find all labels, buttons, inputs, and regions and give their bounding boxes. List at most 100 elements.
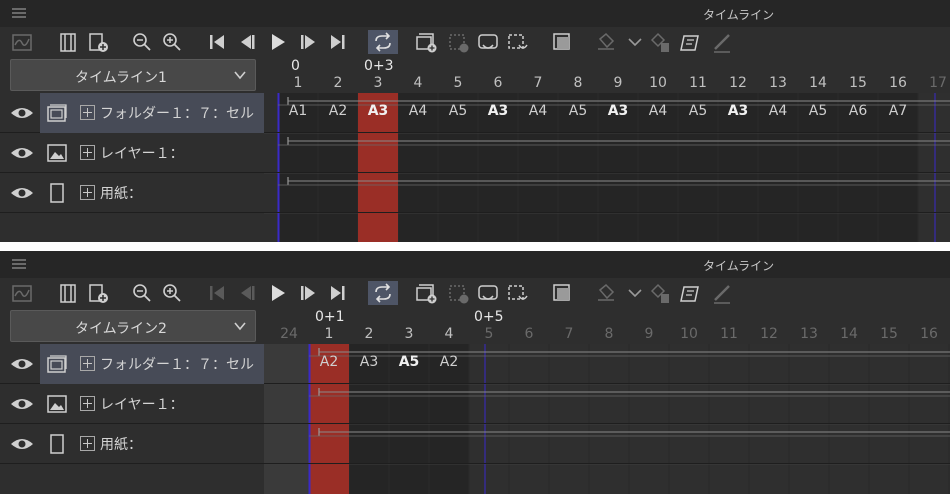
layer-track[interactable] (264, 133, 950, 173)
ruler-frame-number[interactable]: 24 (269, 326, 309, 342)
prev-frame-button[interactable] (235, 30, 259, 54)
ruler-frame-number[interactable]: 10 (638, 75, 678, 91)
cel-note-button[interactable] (678, 281, 702, 305)
zoom-out-button[interactable] (130, 281, 154, 305)
new-cel-button[interactable] (446, 281, 470, 305)
ruler-frame-number[interactable]: 4 (398, 75, 438, 91)
eye-icon[interactable] (10, 436, 34, 452)
ruler-frame-number[interactable]: 17 (918, 75, 950, 91)
cel-label[interactable]: A5 (678, 103, 718, 119)
timeline-selector[interactable]: タイムライン1 (10, 59, 256, 91)
ruler-frame-number[interactable]: 1 (278, 75, 318, 91)
delete-cel-button[interactable] (648, 281, 672, 305)
eye-icon[interactable] (10, 396, 34, 412)
paper-track[interactable] (264, 424, 950, 464)
cel-replace-button[interactable] (506, 30, 530, 54)
new-animation-folder-button[interactable] (414, 281, 438, 305)
ruler-frame-number[interactable]: 9 (629, 326, 669, 342)
play-button[interactable] (266, 30, 290, 54)
panel-menu-icon[interactable] (12, 259, 26, 270)
cel-label[interactable]: A7 (878, 103, 918, 119)
ruler-frame-number[interactable]: 9 (598, 75, 638, 91)
cel-label[interactable]: A4 (638, 103, 678, 119)
layer-body[interactable]: フォルダー１：７：セル (40, 93, 264, 133)
cel-label[interactable]: A6 (838, 103, 878, 119)
cel-label[interactable]: A4 (758, 103, 798, 119)
layer-body[interactable]: 用紙： (40, 424, 264, 464)
expand-plus-icon[interactable] (80, 185, 95, 200)
timeline-selector[interactable]: タイムライン2 (10, 310, 256, 342)
edit-pencil-button[interactable] (710, 281, 734, 305)
timeline-graph-button[interactable] (10, 30, 34, 54)
cel-label[interactable]: A3 (718, 103, 758, 119)
ruler-frame-number[interactable]: 14 (798, 75, 838, 91)
expand-plus-icon[interactable] (80, 145, 95, 160)
layer-row[interactable]: レイヤー１： (0, 384, 264, 424)
layer-body[interactable]: 用紙： (40, 173, 264, 213)
next-frame-button[interactable] (297, 30, 321, 54)
layer-row[interactable]: レイヤー１： (0, 133, 264, 173)
eye-icon[interactable] (10, 105, 34, 121)
eye-icon[interactable] (10, 145, 34, 161)
cel-label[interactable]: A3 (358, 103, 398, 119)
new-cel-button[interactable] (446, 30, 470, 54)
cel-label[interactable]: A5 (389, 354, 429, 370)
dropdown-button[interactable] (623, 281, 647, 305)
new-frame-button[interactable] (86, 281, 110, 305)
ruler-frame-number[interactable]: 15 (838, 75, 878, 91)
ruler-frame-number[interactable]: 14 (829, 326, 869, 342)
new-frame-button[interactable] (86, 30, 110, 54)
eye-icon[interactable] (10, 185, 34, 201)
first-frame-button[interactable] (205, 30, 229, 54)
expand-plus-icon[interactable] (80, 436, 95, 451)
ruler-frame-number[interactable]: 12 (749, 326, 789, 342)
last-frame-button[interactable] (326, 30, 350, 54)
layer-track[interactable] (264, 384, 950, 424)
ruler-frame-number[interactable]: 4 (429, 326, 469, 342)
ruler-frame-number[interactable]: 13 (789, 326, 829, 342)
onion-skin-button[interactable] (550, 281, 574, 305)
folder-track[interactable]: A2 A3 A5 A2 (264, 344, 950, 384)
cel-spec-button[interactable] (476, 281, 500, 305)
cel-label[interactable]: A3 (478, 103, 518, 119)
ruler-frame-number[interactable]: 8 (558, 75, 598, 91)
cel-note-button[interactable] (678, 30, 702, 54)
frame-ruler[interactable]: 1 2 3 4 5 6 7 8 9 10 11 12 13 14 15 16 17 0 0+3 (264, 57, 950, 93)
ruler-frame-number[interactable]: 6 (509, 326, 549, 342)
eye-icon[interactable] (10, 356, 34, 372)
ruler-frame-number[interactable]: 16 (909, 326, 949, 342)
layer-body[interactable]: レイヤー１： (40, 384, 264, 424)
expand-plus-icon[interactable] (80, 105, 95, 120)
ruler-frame-number[interactable]: 10 (669, 326, 709, 342)
cel-label[interactable]: A5 (798, 103, 838, 119)
ruler-frame-number[interactable]: 11 (709, 326, 749, 342)
ruler-frame-number[interactable]: 5 (438, 75, 478, 91)
play-button[interactable] (266, 281, 290, 305)
loop-button[interactable] (368, 281, 398, 305)
frame-ruler[interactable]: 1 2 3 4 5 6 7 8 9 10 11 12 13 14 15 16 24 0+1 0+5 (264, 308, 950, 344)
layer-row[interactable]: フォルダー１：７：セル (0, 344, 264, 384)
ruler-frame-number[interactable]: 15 (869, 326, 909, 342)
cel-spec-button[interactable] (476, 30, 500, 54)
ruler-frame-number[interactable]: 8 (589, 326, 629, 342)
zoom-in-button[interactable] (160, 30, 184, 54)
ruler-frame-number[interactable]: 7 (518, 75, 558, 91)
prev-frame-button[interactable] (235, 281, 259, 305)
ruler-frame-number[interactable]: 1 (309, 326, 349, 342)
cel-label[interactable]: A2 (318, 103, 358, 119)
ruler-frame-number[interactable]: 11 (678, 75, 718, 91)
dropdown-button[interactable] (623, 30, 647, 54)
first-frame-button[interactable] (205, 281, 229, 305)
layer-row[interactable]: フォルダー１：７：セル (0, 93, 264, 133)
folder-track[interactable]: A1 A2 A3 A4 A5 A3 A4 A5 A3 A4 A5 A3 A4 A5 A6 A7 (264, 93, 950, 133)
layer-body[interactable]: フォルダー１：７：セル (40, 344, 264, 384)
cel-label[interactable]: A4 (398, 103, 438, 119)
expand-plus-icon[interactable] (80, 356, 95, 371)
cel-replace-button[interactable] (506, 281, 530, 305)
last-frame-button[interactable] (326, 281, 350, 305)
panel-menu-icon[interactable] (12, 8, 26, 19)
link-button[interactable] (594, 281, 618, 305)
cel-label[interactable]: A2 (309, 354, 349, 370)
expand-plus-icon[interactable] (80, 396, 95, 411)
frame-grid[interactable]: 1 2 3 4 5 6 7 8 9 10 11 12 13 14 15 16 24 0+1 0+5 A2 A3 A5 A2 (264, 308, 950, 494)
